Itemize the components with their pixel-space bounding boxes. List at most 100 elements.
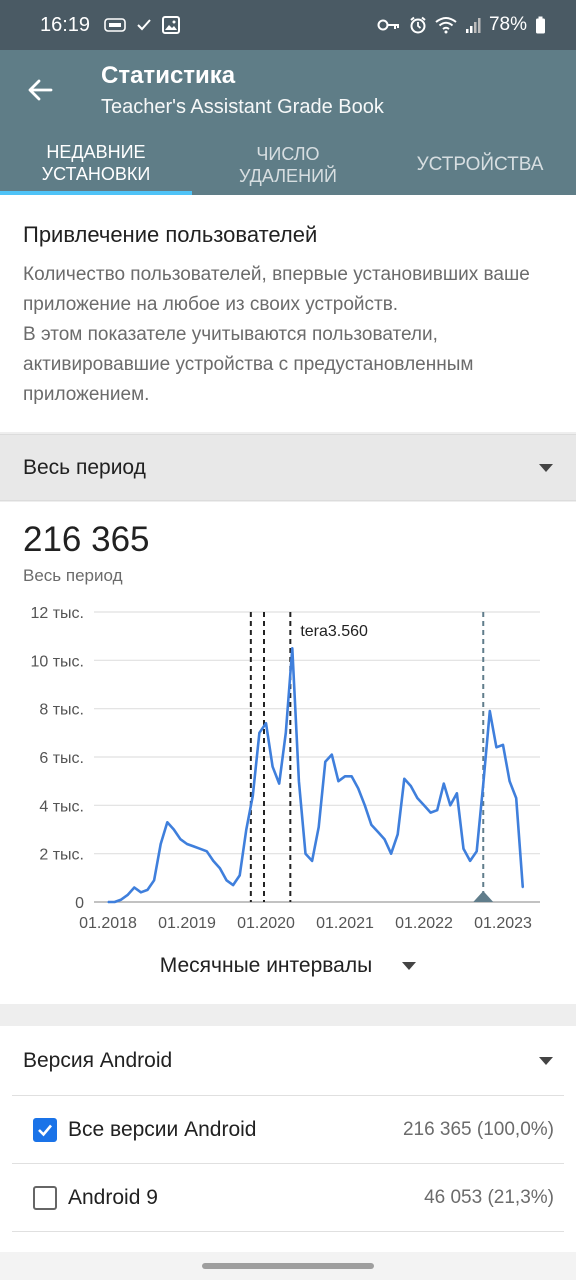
x-tick-label: 01.2018 [79, 915, 137, 932]
description-text: Количество пользователей, впервые устано… [23, 260, 553, 410]
data-point [469, 860, 471, 862]
checkbox[interactable] [33, 1117, 57, 1142]
data-point [522, 886, 524, 889]
dropdown-caret-icon [539, 1056, 553, 1065]
home-gesture-handle[interactable] [202, 1263, 374, 1269]
data-point [179, 838, 182, 840]
data-point [423, 804, 425, 807]
android-version-card: Версия Android Все версии Android 216 36… [0, 1026, 576, 1280]
period-label: Весь период [23, 455, 146, 479]
data-point [166, 821, 169, 824]
status-time: 16:19 [40, 13, 91, 36]
data-point [225, 879, 228, 882]
data-point [344, 775, 346, 778]
navigation-bar [0, 1252, 576, 1280]
tab-label: НЕДАВНИЕ [46, 142, 146, 162]
tab-label: ЧИСЛО [256, 144, 320, 164]
tab-label: УСТРОЙСТВА [416, 154, 544, 175]
y-tick-label: 8 тыс. [39, 702, 84, 719]
image-icon [162, 16, 181, 34]
interval-label: Месячные интервалы [159, 954, 373, 977]
chart-card: 216 365 Весь период 12 тыс. 10 тыс. 8 тыс.… [0, 502, 576, 1004]
tab-devices[interactable]: УСТРОЙСТВА [384, 135, 576, 195]
data-point [311, 860, 313, 862]
tab-label: УДАЛЕНИЙ [239, 166, 337, 186]
y-tick-label: 4 тыс. [39, 798, 84, 815]
data-point [377, 831, 379, 833]
list-item-label: Все версии Android [68, 1117, 257, 1141]
tab-bar: НЕДАВНИЕ УСТАНОВКИ ЧИСЛО УДАЛЕНИЙ УСТРОЙСТ… [0, 135, 576, 195]
data-point [331, 753, 333, 756]
status-right-icons: 78% [377, 14, 546, 36]
data-point [206, 850, 208, 853]
battery-icon [536, 16, 545, 34]
tab-recent-installs[interactable]: НЕДАВНИЕ УСТАНОВКИ [0, 135, 192, 195]
x-tick-label: 01.2020 [237, 915, 295, 932]
tab-uninstalls[interactable]: ЧИСЛО УДАЛЕНИЙ [192, 135, 384, 195]
y-tick-label: 6 тыс. [39, 750, 84, 767]
data-point [370, 823, 373, 826]
status-bar: 16:19 78% [0, 0, 576, 50]
checkbox[interactable] [33, 1185, 57, 1210]
data-point [271, 765, 274, 768]
description-line-2: В этом показателе учитываются пользовате… [23, 324, 474, 405]
data-point [113, 901, 116, 903]
y-tick-label: 10 тыс. [30, 653, 84, 670]
data-point [159, 843, 162, 845]
notification-icon [104, 18, 126, 32]
page-subtitle: Teacher's Assistant Grade Book [101, 96, 384, 118]
description-card: Привлечение пользователей Количество пол… [0, 195, 576, 432]
interval-dropdown[interactable]: Месячные интервалы [0, 954, 576, 978]
android-version-label: Версия Android [23, 1048, 173, 1072]
checkmark-icon [38, 1124, 52, 1136]
data-point [489, 710, 491, 712]
back-button[interactable] [22, 72, 58, 108]
data-point [304, 852, 307, 855]
data-point [350, 775, 353, 778]
data-point [390, 852, 392, 855]
data-point [298, 780, 300, 782]
data-point [502, 744, 504, 746]
data-point [396, 833, 399, 836]
data-point [436, 809, 439, 811]
data-point [443, 782, 445, 785]
data-point [219, 867, 221, 869]
data-point [449, 804, 452, 807]
data-point [364, 804, 366, 807]
data-point [133, 886, 136, 889]
list-item-value: 46 053 (21,3%) [424, 1186, 554, 1208]
data-point [462, 848, 465, 850]
x-tick-label: 01.2023 [474, 915, 532, 932]
data-point [146, 889, 149, 891]
data-point [324, 761, 327, 763]
description-line-1: Количество пользователей, впервые устано… [23, 264, 530, 315]
data-point [291, 647, 294, 650]
page-title: Статистика [101, 62, 236, 89]
data-point [429, 811, 432, 814]
list-item[interactable]: Android 9 46 053 (21,3%) [12, 1164, 564, 1232]
dropdown-caret-icon [539, 463, 553, 472]
list-item[interactable]: Все версии Android 216 365 (100,0%) [12, 1096, 564, 1164]
data-point [416, 797, 419, 799]
data-point [337, 780, 340, 782]
data-point [186, 843, 188, 845]
data-point [140, 891, 142, 894]
data-point [383, 838, 386, 840]
wifi-icon [435, 17, 457, 34]
data-point [252, 794, 254, 797]
data-point [482, 782, 485, 785]
data-point [317, 826, 320, 828]
data-point [515, 797, 517, 799]
signal-icon [465, 18, 481, 33]
data-point [245, 828, 248, 831]
data-point [232, 884, 234, 886]
data-point [120, 898, 122, 901]
x-tick-label: 01.2019 [158, 915, 216, 932]
android-version-dropdown[interactable]: Версия Android [12, 1026, 564, 1096]
data-point [508, 780, 511, 782]
data-point [238, 874, 241, 877]
data-point [192, 845, 195, 848]
period-dropdown[interactable]: Весь период [0, 434, 576, 501]
data-point [212, 860, 215, 862]
x-tick-label: 01.2021 [316, 915, 374, 932]
